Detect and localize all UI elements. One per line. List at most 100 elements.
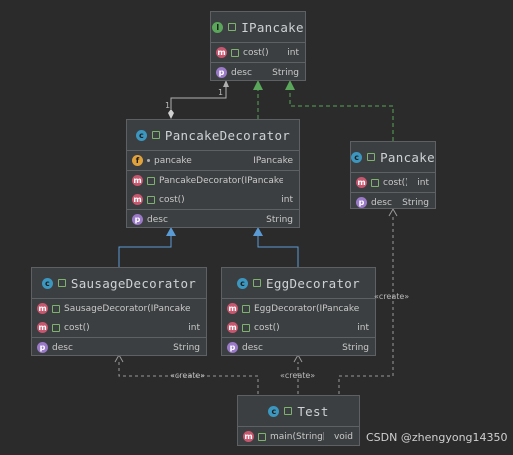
member-type: String <box>342 342 369 353</box>
member-row[interactable]: m PancakeDecorator(IPancake) <box>127 171 299 190</box>
properties-section: p desc String <box>211 63 305 82</box>
member-name: cost() <box>159 194 185 205</box>
method-icon: m <box>37 322 48 333</box>
abstract-class-icon: c <box>135 129 147 141</box>
class-box-test[interactable]: c Test m main(String[]) void <box>237 395 360 446</box>
methods-section: m PancakeDecorator(IPancake) m cost() in… <box>127 171 299 210</box>
create-label-egg: «create» <box>280 371 316 380</box>
class-icon: c <box>237 277 249 289</box>
lock-icon <box>367 153 376 161</box>
member-row[interactable]: p desc String <box>211 63 305 82</box>
method-icon: m <box>37 303 48 314</box>
class-box-egg-decorator[interactable]: c EggDecorator m EggDecorator(IPancake) … <box>221 267 376 356</box>
member-name: desc <box>242 342 263 353</box>
class-name: IPancake <box>241 19 304 35</box>
member-name: cost() <box>383 177 408 188</box>
method-icon: m <box>356 177 367 188</box>
property-icon: p <box>227 342 238 353</box>
lock-icon <box>242 323 250 332</box>
member-row[interactable]: m SausageDecorator(IPancake) <box>32 299 206 318</box>
member-row[interactable]: p desc String <box>32 338 206 357</box>
methods-section: m cost() int <box>351 173 435 193</box>
class-icon: c <box>268 405 280 417</box>
properties-section: p desc String <box>222 338 375 357</box>
method-icon: m <box>132 175 143 186</box>
class-name: PancakeDecorator <box>164 127 291 143</box>
properties-section: p desc String <box>127 210 299 229</box>
member-name: cost() <box>64 322 90 333</box>
methods-section: m main(String[]) void <box>238 427 359 446</box>
member-type: String <box>272 67 299 78</box>
lock-icon <box>147 176 155 185</box>
class-box-pancake-decorator[interactable]: c PancakeDecorator f pancake IPancake m … <box>126 119 300 228</box>
member-row[interactable]: p desc String <box>351 193 435 212</box>
class-header: c EggDecorator <box>222 268 375 299</box>
class-box-ipancake[interactable]: I IPancake m cost() int p desc String <box>210 11 306 81</box>
member-type: IPancake <box>253 155 293 166</box>
methods-section: m SausageDecorator(IPancake) m cost() in… <box>32 299 206 338</box>
create-label-pancake: «create» <box>374 292 410 301</box>
class-header: I IPancake <box>211 12 305 43</box>
class-header: c Test <box>238 396 359 427</box>
lock-icon <box>371 178 379 187</box>
properties-section: p desc String <box>32 338 206 357</box>
member-name: main(String[]) <box>270 431 324 442</box>
method-icon: m <box>243 431 254 442</box>
property-icon: p <box>216 67 227 78</box>
generalization-egg-line <box>257 235 299 267</box>
member-row[interactable]: m cost() int <box>211 43 305 62</box>
member-type: int <box>281 194 293 205</box>
member-name: desc <box>371 197 392 208</box>
interface-icon: I <box>212 21 224 33</box>
member-name: desc <box>231 67 252 78</box>
realization-pancake-line <box>289 87 394 141</box>
member-row[interactable]: p desc String <box>222 338 375 357</box>
multiplicity-label-bottom: 1 <box>165 101 171 110</box>
member-name: desc <box>52 342 73 353</box>
methods-section: m cost() int <box>211 43 305 63</box>
lock-icon <box>52 304 60 313</box>
member-type: String <box>173 342 200 353</box>
member-type: void <box>333 431 353 442</box>
property-icon: p <box>356 197 367 208</box>
member-type: String <box>402 197 429 208</box>
member-row[interactable]: m cost() int <box>222 318 375 337</box>
class-box-sausage-decorator[interactable]: c SausageDecorator m SausageDecorator(IP… <box>31 267 207 356</box>
multiplicity-label-top: 1 <box>218 88 224 97</box>
member-type: int <box>417 177 429 188</box>
class-header: c SausageDecorator <box>32 268 206 299</box>
class-name: SausageDecorator <box>70 275 197 291</box>
field-icon: f <box>132 155 143 166</box>
member-type: String <box>266 214 293 225</box>
member-name: pancake <box>154 155 192 166</box>
member-name: cost() <box>254 322 280 333</box>
lock-icon <box>57 279 66 287</box>
class-icon: c <box>351 151 363 163</box>
class-box-pancake[interactable]: c Pancake m cost() int p desc String <box>350 141 436 209</box>
lock-icon <box>242 304 250 313</box>
class-header: c PancakeDecorator <box>127 120 299 151</box>
member-row[interactable]: m EggDecorator(IPancake) <box>222 299 375 318</box>
package-private-icon <box>147 159 150 162</box>
member-row[interactable]: f pancake IPancake <box>127 151 299 170</box>
member-row[interactable]: p desc String <box>127 210 299 229</box>
method-icon: m <box>227 322 238 333</box>
member-type: int <box>287 47 299 58</box>
generalization-sausage-line <box>118 235 172 267</box>
lock-icon <box>231 48 239 57</box>
member-row[interactable]: m main(String[]) void <box>238 427 359 446</box>
property-icon: p <box>37 342 48 353</box>
methods-section: m EggDecorator(IPancake) m cost() int <box>222 299 375 338</box>
lock-icon <box>284 407 293 415</box>
member-name: SausageDecorator(IPancake) <box>64 303 190 314</box>
member-name: cost() <box>243 47 269 58</box>
lock-icon <box>253 279 262 287</box>
member-row[interactable]: m cost() int <box>351 173 435 192</box>
member-type: int <box>357 322 369 333</box>
member-row[interactable]: m cost() int <box>32 318 206 337</box>
aggregation-diamond <box>168 109 174 119</box>
member-row[interactable]: m cost() int <box>127 190 299 209</box>
properties-section: p desc String <box>351 193 435 212</box>
lock-icon <box>258 432 266 441</box>
member-name: desc <box>147 214 168 225</box>
